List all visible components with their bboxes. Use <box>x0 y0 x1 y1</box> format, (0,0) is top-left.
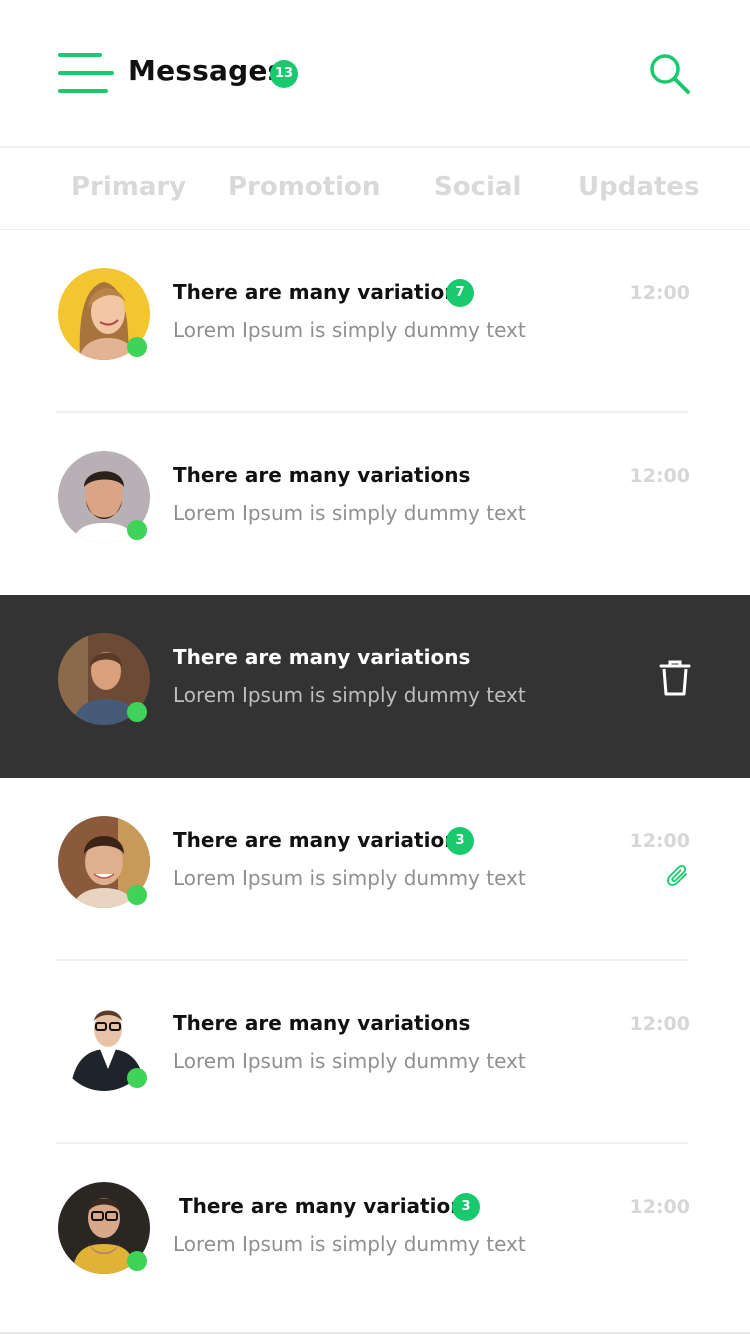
message-row[interactable]: There are many variations Lorem Ipsum is… <box>0 961 750 1144</box>
message-title: There are many variations <box>173 280 471 304</box>
online-status-dot <box>127 520 147 540</box>
app-header: Messages 13 <box>0 0 750 146</box>
page-title: Messages <box>128 54 285 87</box>
unread-count-badge: 13 <box>270 60 298 88</box>
message-title: There are many variations <box>173 463 471 487</box>
tab-primary[interactable]: Primary <box>71 172 186 202</box>
hamburger-menu-icon[interactable] <box>58 53 114 95</box>
message-time: 12:00 <box>629 465 690 487</box>
messages-screen: Messages 13 Primary Promotion Social Upd… <box>0 0 750 1334</box>
message-row[interactable]: There are many variations 3 Lorem Ipsum … <box>0 778 750 961</box>
online-status-dot <box>127 702 147 722</box>
message-preview: Lorem Ipsum is simply dummy text <box>173 501 526 525</box>
message-row-swiped[interactable]: There are many variations Lorem Ipsum is… <box>0 595 750 778</box>
trash-icon[interactable] <box>658 659 692 697</box>
message-row[interactable]: There are many variations 7 Lorem Ipsum … <box>0 230 750 413</box>
tab-social[interactable]: Social <box>434 172 521 202</box>
online-status-dot <box>127 1251 147 1271</box>
tab-promotion[interactable]: Promotion <box>228 172 380 202</box>
message-title: There are many variations <box>173 645 471 669</box>
message-row[interactable]: There are many variations Lorem Ipsum is… <box>0 413 750 596</box>
message-time: 12:00 <box>629 1196 690 1218</box>
message-title: There are many variations <box>173 1011 471 1035</box>
unread-badge: 7 <box>446 279 474 307</box>
tab-bar: Primary Promotion Social Updates <box>0 148 750 230</box>
message-title: There are many variations <box>179 1194 477 1218</box>
message-time: 12:00 <box>629 830 690 852</box>
unread-badge: 3 <box>452 1193 480 1221</box>
message-preview: Lorem Ipsum is simply dummy text <box>173 1049 526 1073</box>
message-time: 12:00 <box>629 282 690 304</box>
search-icon[interactable] <box>648 52 692 96</box>
message-preview: Lorem Ipsum is simply dummy text <box>173 318 526 342</box>
online-status-dot <box>127 337 147 357</box>
message-preview: Lorem Ipsum is simply dummy text <box>173 683 526 707</box>
message-time: 12:00 <box>629 1013 690 1035</box>
message-preview: Lorem Ipsum is simply dummy text <box>173 866 526 890</box>
paperclip-icon <box>666 864 690 888</box>
unread-badge: 3 <box>446 827 474 855</box>
message-preview: Lorem Ipsum is simply dummy text <box>173 1232 526 1256</box>
online-status-dot <box>127 1068 147 1088</box>
message-title: There are many variations <box>173 828 471 852</box>
tab-updates[interactable]: Updates <box>578 172 699 202</box>
online-status-dot <box>127 885 147 905</box>
message-row[interactable]: There are many variations 3 Lorem Ipsum … <box>0 1144 750 1327</box>
